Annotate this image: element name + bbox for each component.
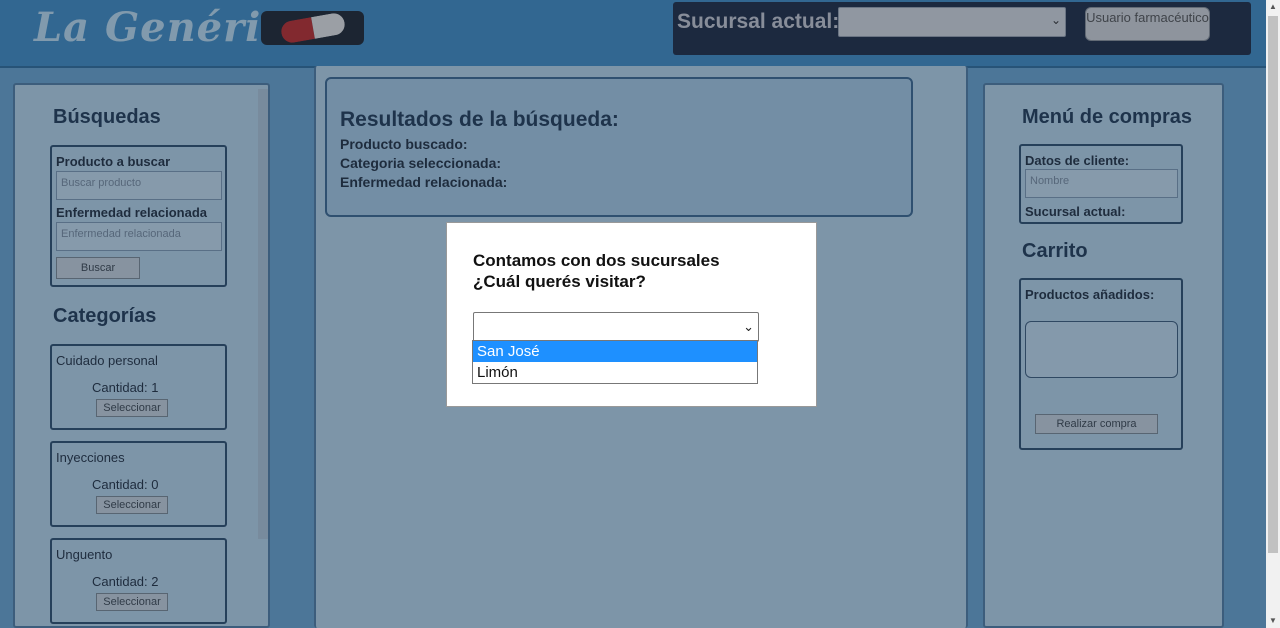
modal-question-line1: Contamos con dos sucursales (473, 251, 720, 270)
option-san-jose[interactable]: San José (473, 341, 757, 362)
branch-choice-select[interactable]: ⌄ (473, 312, 759, 342)
modal-question-line2: ¿Cuál querés visitar? (473, 272, 646, 291)
scroll-up-icon[interactable]: ▲ (1269, 2, 1277, 11)
page-scrollbar[interactable]: ▲ ▼ (1266, 0, 1280, 628)
modal-question: Contamos con dos sucursales ¿Cuál querés… (473, 250, 720, 292)
option-limon[interactable]: Limón (473, 362, 757, 383)
scroll-thumb[interactable] (1268, 16, 1278, 553)
branch-dropdown-list: San José Limón (472, 340, 758, 384)
chevron-down-icon: ⌄ (743, 319, 754, 334)
scroll-down-icon[interactable]: ▼ (1269, 616, 1277, 625)
